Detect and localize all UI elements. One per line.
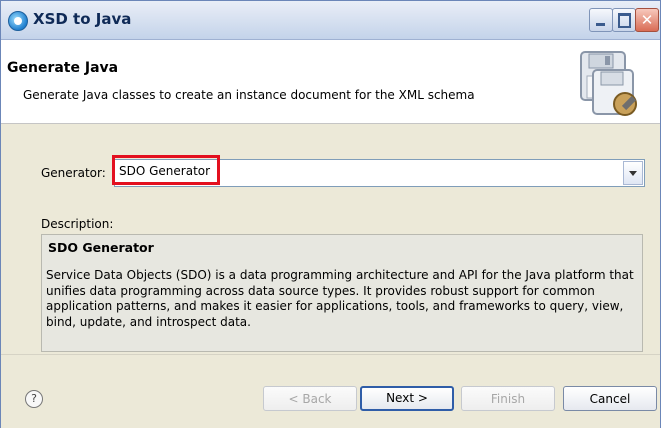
close-icon: ✕ — [640, 11, 654, 29]
minimize-button[interactable] — [589, 8, 613, 32]
button-bar: ? < Back Next > Finish Cancel — [1, 354, 660, 428]
description-title: SDO Generator — [48, 240, 154, 255]
dialog-window: XSD to Java ✕ Generate Java Generate Jav… — [0, 0, 661, 428]
help-icon[interactable]: ? — [25, 390, 43, 408]
generator-label: Generator: — [41, 166, 106, 180]
cancel-button[interactable]: Cancel — [563, 386, 657, 411]
highlight-annotation-box — [112, 155, 220, 185]
description-label: Description: — [41, 217, 114, 231]
wizard-banner: Generate Java Generate Java classes to c… — [1, 40, 660, 124]
maximize-button[interactable] — [612, 8, 636, 32]
save-disk-wizard-icon — [580, 51, 637, 116]
description-text: Service Data Objects (SDO) is a data pro… — [46, 268, 634, 329]
description-panel: SDO Generator Service Data Objects (SDO)… — [41, 234, 643, 352]
finish-button[interactable]: Finish — [461, 386, 555, 411]
title-bar[interactable]: XSD to Java ✕ — [1, 1, 660, 40]
page-description: Generate Java classes to create an insta… — [23, 88, 475, 102]
wizard-content: Generator: SDO Generator Description: SD… — [1, 124, 660, 354]
eclipse-app-icon — [8, 11, 28, 31]
window-title: XSD to Java — [33, 10, 132, 28]
chevron-down-icon[interactable] — [623, 161, 643, 185]
back-button[interactable]: < Back — [263, 386, 357, 411]
close-button[interactable]: ✕ — [635, 8, 659, 32]
next-button[interactable]: Next > — [360, 386, 454, 411]
page-title: Generate Java — [7, 60, 119, 76]
